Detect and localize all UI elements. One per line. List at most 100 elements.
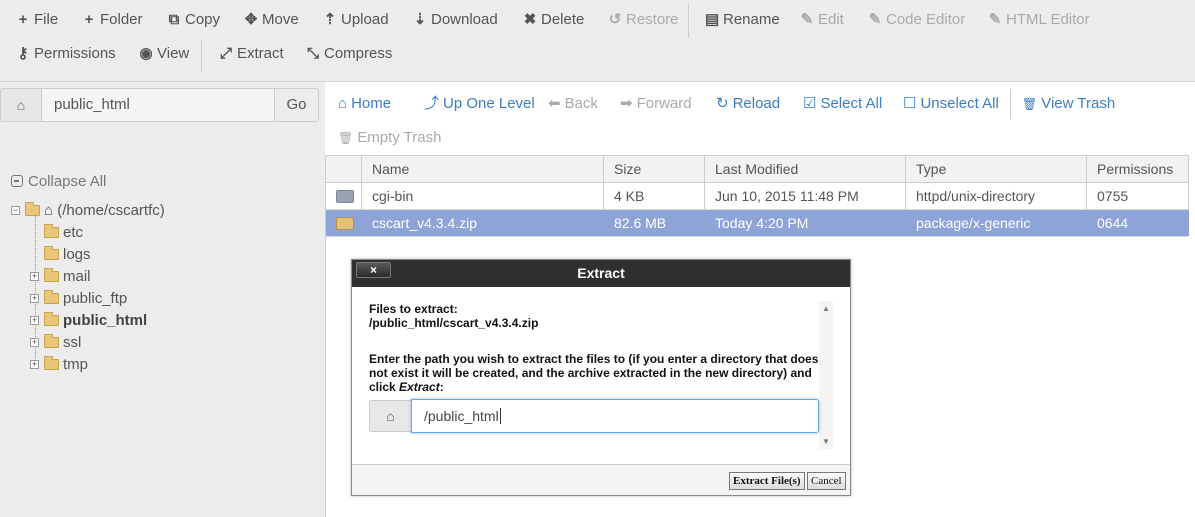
copy-icon: ⧉ — [168, 11, 180, 28]
copy-button[interactable]: ⧉ Copy — [167, 9, 220, 31]
left-panel: ⌂ public_html Go Collapse All − ⌂ (/home… — [0, 82, 325, 517]
text-cursor — [499, 408, 501, 424]
code-editor-label: Code Editor — [886, 11, 966, 28]
path-input[interactable]: public_html — [42, 88, 275, 122]
expand-toggle-icon[interactable]: + — [30, 360, 39, 369]
folder-open-icon — [25, 202, 40, 216]
delete-button[interactable]: ✖ Delete — [523, 9, 585, 31]
file-modified: Today 4:20 PM — [715, 215, 809, 231]
instruction-line-1: Enter the path you wish to extract the f… — [369, 352, 819, 366]
empty-trash-button[interactable]: 🗑 Empty Trash — [338, 128, 441, 148]
restore-button[interactable]: ↺ Restore — [608, 9, 679, 31]
download-icon: ⇣ — [413, 11, 427, 28]
dialog-title-bar: Extract × — [352, 260, 850, 287]
instruction-line-3: click Extract: — [369, 380, 444, 394]
download-button[interactable]: ⇣ Download — [413, 9, 498, 31]
arrow-left-icon: ⬅ — [548, 95, 561, 112]
tree-item-public-ftp[interactable]: + public_ftp — [30, 289, 127, 309]
forward-button[interactable]: ➡ Forward — [620, 94, 692, 114]
restore-label: Restore — [626, 11, 679, 28]
trash-icon: 🗑 — [1022, 97, 1038, 111]
file-size: 4 KB — [614, 188, 645, 204]
extract-dialog: Extract × ▲ ▼ Files to extract: /public_… — [351, 259, 851, 496]
instruction-line-2: not exist it will be created, and the ar… — [369, 366, 812, 380]
home-icon[interactable]: ⌂ — [369, 400, 412, 432]
tree-item-logs[interactable]: logs — [44, 245, 91, 265]
new-file-label: File — [34, 11, 59, 28]
reload-button[interactable]: ↻ Reload — [716, 94, 780, 114]
tree-item-tmp[interactable]: + tmp — [30, 355, 88, 375]
file-path-text: /public_html/cscart_v4.3.4.zip — [369, 316, 539, 330]
html-editor-button[interactable]: ✎ HTML Editor — [988, 9, 1090, 31]
copy-label: Copy — [185, 11, 221, 28]
column-last-modified[interactable]: Last Modified — [705, 156, 798, 183]
extract-button[interactable]: ⤢ Extract — [219, 43, 284, 65]
column-name[interactable]: Name — [362, 156, 409, 183]
scroll-down-icon[interactable]: ▼ — [822, 437, 830, 446]
cancel-button[interactable]: Cancel — [807, 472, 846, 490]
expand-toggle-icon[interactable]: + — [30, 272, 39, 281]
file-name: cgi-bin — [372, 188, 414, 204]
instruction-click: click — [369, 380, 400, 394]
tree-item-etc[interactable]: etc — [44, 223, 83, 243]
tree-item-public-html[interactable]: + public_html — [30, 311, 147, 331]
compress-button[interactable]: ⤡ Compress — [306, 43, 392, 65]
expand-toggle-icon[interactable]: + — [30, 338, 39, 347]
compress-label: Compress — [324, 45, 393, 62]
back-button[interactable]: ⬅ Back — [548, 94, 598, 114]
view-button[interactable]: ◉ View — [139, 43, 189, 65]
reload-label: Reload — [732, 95, 781, 112]
folder-icon — [44, 268, 59, 282]
move-icon: ✥ — [244, 11, 258, 28]
forward-label: Forward — [636, 95, 692, 112]
html-editor-label: HTML Editor — [1006, 11, 1090, 28]
download-label: Download — [431, 11, 498, 28]
tree-root[interactable]: − ⌂ (/home/cscartfc) — [11, 201, 165, 221]
table-row[interactable]: cgi-bin 4 KB Jun 10, 2015 11:48 PM httpd… — [326, 183, 1189, 210]
square-icon: ☐ — [903, 95, 917, 112]
close-icon[interactable]: × — [356, 262, 391, 278]
key-icon: ⚷ — [17, 45, 29, 62]
permissions-button[interactable]: ⚷ Permissions — [16, 43, 116, 65]
new-folder-button[interactable]: + Folder — [82, 9, 143, 31]
extract-files-button[interactable]: Extract File(s) — [729, 472, 805, 490]
upload-button[interactable]: ⇡ Upload — [323, 9, 389, 31]
new-file-button[interactable]: + File — [16, 9, 59, 31]
edit-button[interactable]: ✎ Edit — [800, 9, 844, 31]
nav-home-button[interactable]: ⌂ Home — [338, 94, 391, 114]
expand-toggle-icon[interactable]: + — [30, 316, 39, 325]
extract-path-input[interactable]: /public_html — [411, 399, 819, 433]
home-icon: ⌂ — [44, 202, 54, 219]
tree-item-label: etc — [63, 224, 84, 241]
home-icon[interactable]: ⌂ — [0, 88, 42, 122]
view-trash-button[interactable]: 🗑 View Trash — [1022, 94, 1115, 114]
column-size[interactable]: Size — [604, 156, 641, 183]
collapse-all-button[interactable]: Collapse All — [11, 173, 106, 190]
unselect-all-button[interactable]: ☐ Unselect All — [903, 94, 999, 114]
tree-item-ssl[interactable]: + ssl — [30, 333, 81, 353]
go-button[interactable]: Go — [274, 88, 319, 122]
tree-item-mail[interactable]: + mail — [30, 267, 91, 287]
scroll-up-icon[interactable]: ▲ — [822, 304, 830, 313]
back-label: Back — [564, 95, 598, 112]
code-editor-icon: ✎ — [868, 11, 882, 28]
rename-button[interactable]: ▤ Rename — [705, 9, 780, 31]
collapse-toggle-icon[interactable]: − — [11, 206, 20, 215]
table-row[interactable]: cscart_v4.3.4.zip 82.6 MB Today 4:20 PM … — [326, 210, 1189, 237]
select-all-button[interactable]: ☑ Select All — [803, 94, 882, 114]
collapse-icon — [11, 175, 23, 187]
select-all-label: Select All — [820, 95, 883, 112]
expand-toggle-icon[interactable]: + — [30, 294, 39, 303]
code-editor-button[interactable]: ✎ Code Editor — [868, 9, 966, 31]
up-one-level-button[interactable]: ⤴ Up One Level — [424, 94, 535, 114]
column-permissions[interactable]: Permissions — [1087, 156, 1173, 183]
refresh-icon: ↻ — [716, 95, 729, 112]
files-to-extract-label: Files to extract: — [369, 302, 458, 316]
move-button[interactable]: ✥ Move — [244, 9, 299, 31]
dialog-scrollbar[interactable]: ▲ ▼ — [819, 301, 833, 449]
restore-icon: ↺ — [608, 11, 622, 28]
arrow-right-icon: ➡ — [620, 95, 633, 112]
new-folder-label: Folder — [100, 11, 143, 28]
delete-label: Delete — [541, 11, 585, 28]
column-type[interactable]: Type — [906, 156, 946, 183]
